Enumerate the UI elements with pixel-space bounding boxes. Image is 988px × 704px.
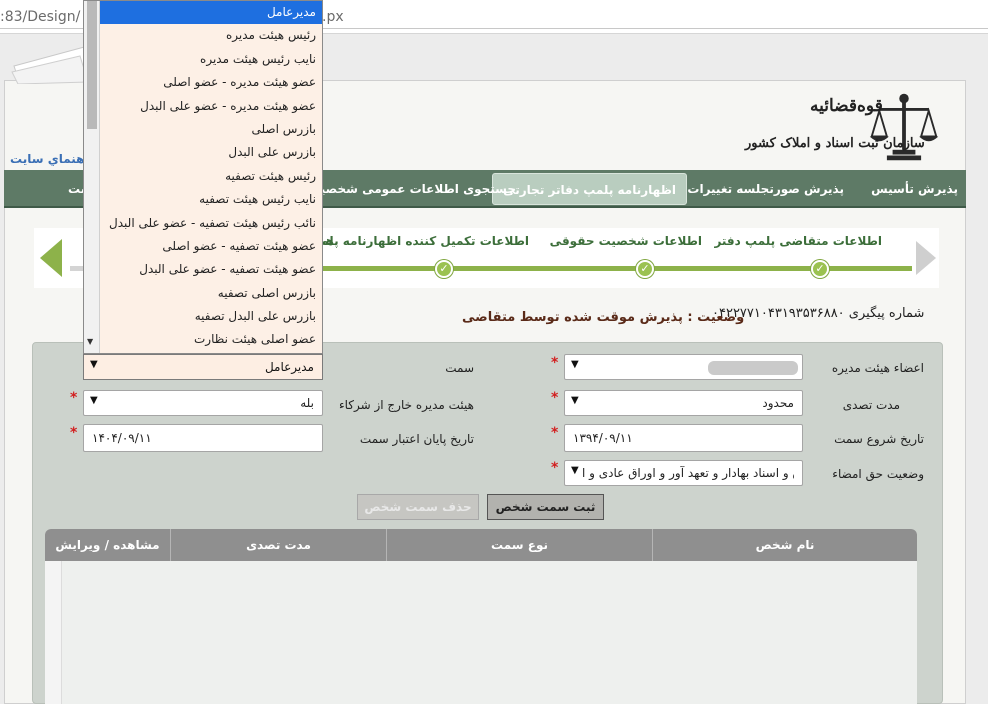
position-select[interactable]: ▼ مدیرعامل xyxy=(83,354,323,380)
positions-table: نام شخص نوع سمت مدت تصدی مشاهده / ویرایش xyxy=(45,529,917,704)
position-dropdown-list[interactable]: ▼ مدیرعامل رئیس هیئت مدیره نایب رئیس هیئت … xyxy=(83,0,323,354)
dropdown-option[interactable]: عضو هیئت تصفیه - عضو اصلی xyxy=(100,235,322,258)
nav-item-ledger-seal[interactable]: اظهارنامه پلمپ دفاتر تجارتی xyxy=(492,173,687,205)
dropdown-option[interactable]: رئیس هیئت مدیره xyxy=(100,24,322,47)
column-header-tenure[interactable]: مدت تصدی xyxy=(170,529,386,561)
url-text[interactable]: :83/Design/ xyxy=(0,9,80,25)
logo-title: قوه‌قضائیه xyxy=(810,96,883,116)
nav-item-establishment[interactable]: پذیرش تأسیس xyxy=(871,170,958,208)
column-header-position-type[interactable]: نوع سمت xyxy=(386,529,652,561)
tenure-label: مدت تصدی xyxy=(842,398,900,412)
dropdown-options: مدیرعامل رئیس هیئت مدیره نایب رئیس هیئت مد… xyxy=(100,1,322,352)
external-board-value: بله xyxy=(300,396,314,410)
required-mark: * xyxy=(70,425,78,441)
step-check-icon: ✓ xyxy=(435,260,453,278)
dropdown-option[interactable]: نایب رئیس هیئت تصفیه xyxy=(100,188,322,211)
end-date-label: تاریخ پایان اعتبار سمت xyxy=(359,432,474,446)
board-member-label: اعضاء هیئت مدیره xyxy=(831,361,924,375)
chevron-down-icon: ▼ xyxy=(571,359,579,370)
chevron-down-icon: ▼ xyxy=(571,465,579,476)
dropdown-option[interactable]: بازرس علی البدل تصفیه xyxy=(100,305,322,328)
redacted-member-name xyxy=(708,361,798,375)
required-mark: * xyxy=(70,390,78,406)
dropdown-option[interactable]: عضو هیئت تصفیه - عضو علی البدل xyxy=(100,258,322,281)
dropdown-option[interactable]: نائب رئیس هیئت تصفیه - عضو علی البدل xyxy=(100,212,322,235)
step-label-applicant[interactable]: اطلاعات متقاضی پلمپ دفتر xyxy=(714,234,882,248)
external-board-select[interactable]: ▼ بله xyxy=(83,390,323,416)
dropdown-option[interactable]: بازرس علی البدل xyxy=(100,141,322,164)
dropdown-scrollbar[interactable]: ▼ xyxy=(84,1,100,353)
prev-step-arrow-icon[interactable] xyxy=(916,241,936,275)
required-mark: * xyxy=(551,460,559,476)
scroll-down-arrow-icon[interactable]: ▼ xyxy=(87,337,93,346)
url-text-tail[interactable]: .px xyxy=(322,9,344,25)
register-position-button[interactable]: ثبت سمت شخص xyxy=(487,494,604,520)
dropdown-option[interactable]: مدیرعامل xyxy=(100,1,322,25)
step-label-completer[interactable]: اطلاعات تکمیل کننده اظهارنامه پلمپ xyxy=(308,234,529,248)
step-label-legal-entity[interactable]: اطلاعات شخصیت حقوقی xyxy=(550,234,702,248)
delete-position-button[interactable]: حذف سمت شخص xyxy=(357,494,479,520)
column-header-person[interactable]: نام شخص xyxy=(652,529,917,561)
next-step-arrow-icon[interactable] xyxy=(40,239,62,277)
signature-label: وضعیت حق امضاء xyxy=(832,467,924,481)
dropdown-option[interactable]: نایب رئیس هیئت مدیره xyxy=(100,48,322,71)
position-value: مدیرعامل xyxy=(264,360,314,374)
required-mark: * xyxy=(551,390,559,406)
tenure-value: محدود xyxy=(762,396,794,410)
dropdown-option[interactable]: عضو هیئت مدیره - عضو اصلی xyxy=(100,71,322,94)
status-text: وضعیت : پذیرش موقت شده توسط متقاضی xyxy=(462,310,745,325)
dropdown-option[interactable]: عضو اصلی هیئت نظارت xyxy=(100,328,322,351)
table-body xyxy=(45,561,917,704)
dropdown-option[interactable]: بازرس اصلی xyxy=(100,118,322,141)
dropdown-option[interactable]: بازرس اصلی تصفیه xyxy=(100,282,322,305)
nav-item-minutes[interactable]: پذیرش صورتجلسه تغییرات xyxy=(687,170,844,208)
signature-value: اوراق و اسناد بهادار و تعهد آور و اوراق … xyxy=(582,466,794,480)
column-header-view-edit[interactable]: مشاهده / ویرایش xyxy=(45,529,170,561)
table-header: نام شخص نوع سمت مدت تصدی مشاهده / ویرایش xyxy=(45,529,917,561)
dropdown-option[interactable]: عضو هیئت مدیره - عضو علی البدل xyxy=(100,95,322,118)
tenure-select[interactable]: ▼ محدود xyxy=(564,390,803,416)
end-date-input[interactable]: ۱۴۰۴/۰۹/۱۱ xyxy=(83,424,323,452)
logo-subtitle: سازمان ثبت اسناد و املاک کشور xyxy=(745,136,925,151)
external-board-label: هیئت مدیره خارج از شرکاء xyxy=(338,398,474,412)
chevron-down-icon: ▼ xyxy=(571,395,579,406)
required-mark: * xyxy=(551,425,559,441)
position-label: سمت xyxy=(445,361,474,375)
start-date-label: تاریخ شروع سمت xyxy=(834,432,924,446)
table-scrollbar[interactable] xyxy=(45,561,62,704)
dropdown-scroll-thumb[interactable] xyxy=(87,1,97,129)
chevron-down-icon: ▼ xyxy=(90,395,98,406)
step-check-icon: ✓ xyxy=(811,260,829,278)
chevron-down-icon: ▼ xyxy=(90,359,98,370)
required-mark: * xyxy=(551,355,559,371)
start-date-input[interactable]: ۱۳۹۴/۰۹/۱۱ xyxy=(564,424,803,452)
step-check-icon: ✓ xyxy=(636,260,654,278)
dropdown-option[interactable]: رئیس هیئت تصفیه xyxy=(100,165,322,188)
signature-select[interactable]: ▼ اوراق و اسناد بهادار و تعهد آور و اورا… xyxy=(564,460,803,486)
